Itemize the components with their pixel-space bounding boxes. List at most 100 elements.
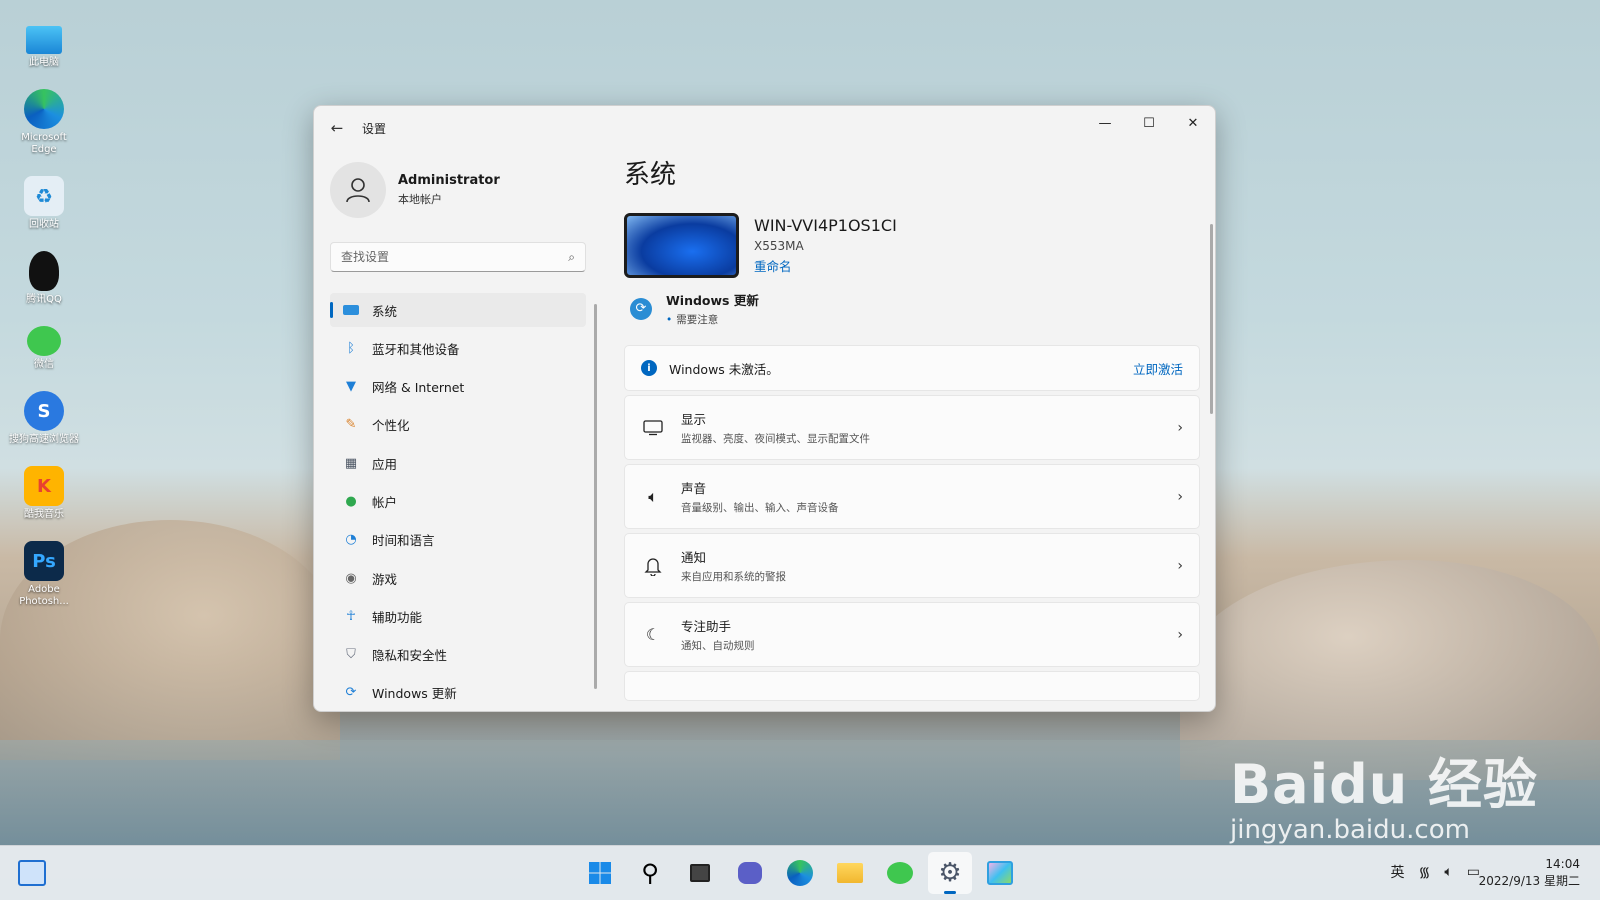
user-name: Administrator xyxy=(398,173,500,188)
activate-now-link[interactable]: 立即激活 xyxy=(1133,359,1183,378)
task-view-icon xyxy=(690,864,710,882)
user-icon xyxy=(346,178,370,203)
windows-update-icon: ⟳ xyxy=(630,297,652,320)
volume-icon[interactable]: 🔈︎ xyxy=(1444,864,1452,880)
photos-icon xyxy=(987,861,1013,885)
windows-update-status-text: 需要注意 xyxy=(676,314,719,326)
photoshop-icon: Ps xyxy=(24,541,64,581)
sogou-browser-icon: S xyxy=(24,391,64,431)
clock-date: 2022/9/13 星期二 xyxy=(1478,874,1580,888)
nav-item-apps[interactable]: ▦ 应用 xyxy=(330,446,586,480)
gaming-icon: ◉ xyxy=(345,570,357,586)
main-content: 系统 WIN-VVI4P1OS1CI X553MA 重命名 ⟳ Windows … xyxy=(624,154,1200,701)
desktop-icon-kuwo-music[interactable]: K 酷我音乐 xyxy=(8,466,80,521)
settings-card-sound[interactable]: 🔈︎ 声音 音量级别、输出、输入、声音设备 › xyxy=(624,464,1200,529)
nav-item-label: 辅助功能 xyxy=(372,609,423,625)
search-icon: ⚲ xyxy=(641,859,659,887)
nav-item-windows-update[interactable]: ⟳ Windows 更新 xyxy=(330,676,586,710)
nav-item-accounts[interactable]: ● 帐户 xyxy=(330,484,586,518)
settings-card-notifications[interactable]: 通知 来自应用和系统的警报 › xyxy=(624,533,1200,598)
nav-item-gaming[interactable]: ◉ 游戏 xyxy=(330,561,586,595)
info-icon: i xyxy=(641,360,657,376)
personalization-icon: ✎ xyxy=(345,417,357,433)
settings-nav: 系统 ᛒ 蓝牙和其他设备 ▼ 网络 & Internet ✎ 个性化 ▦ 应用 … xyxy=(330,293,586,711)
accessibility-icon: ☥ xyxy=(346,608,356,624)
accounts-icon: ● xyxy=(345,493,357,509)
window-title: 设置 xyxy=(362,121,387,136)
qq-icon xyxy=(29,251,59,291)
nav-item-personalization[interactable]: ✎ 个性化 xyxy=(330,408,586,442)
taskbar-clock[interactable]: 14:04 2022/9/13 星期二 xyxy=(1479,856,1580,890)
apps-icon: ▦ xyxy=(344,455,358,471)
nav-item-bluetooth[interactable]: ᛒ 蓝牙和其他设备 xyxy=(330,331,586,365)
task-view-button[interactable] xyxy=(678,852,722,894)
desktop-icon-recycle-bin[interactable]: ♻ 回收站 xyxy=(8,176,80,231)
nav-item-label: Windows 更新 xyxy=(372,686,457,702)
desktop-icon-label: 酷我音乐 xyxy=(24,509,64,520)
watermark-url: jingyan.baidu.com xyxy=(1230,815,1470,845)
page-title: 系统 xyxy=(624,160,677,190)
windows-update-title: Windows 更新 xyxy=(666,293,759,308)
activation-message: Windows 未激活。 xyxy=(669,361,779,377)
desktop-icon-edge[interactable]: Microsoft Edge xyxy=(8,89,80,156)
taskbar-edge-button[interactable] xyxy=(778,852,822,894)
focus-assist-moon-icon: ☾ xyxy=(645,625,661,644)
desktop-icon-label: Microsoft Edge xyxy=(21,132,67,155)
nav-item-accessibility[interactable]: ☥ 辅助功能 xyxy=(330,599,586,633)
device-model: X553MA xyxy=(754,239,804,253)
desktop-icon-sogou-browser[interactable]: S 搜狗高速浏览器 xyxy=(8,391,80,446)
nav-item-time-language[interactable]: ◔ 时间和语言 xyxy=(330,523,586,557)
desktop-icon-this-pc[interactable]: 此电脑 xyxy=(8,20,80,69)
taskbar-wechat-button[interactable] xyxy=(878,852,922,894)
recycle-bin-icon: ♻ xyxy=(24,176,64,216)
search-input[interactable] xyxy=(341,250,569,264)
clock-time: 14:04 xyxy=(1545,857,1580,871)
search-icon[interactable]: ⌕ xyxy=(568,250,575,265)
nav-item-privacy[interactable]: ⛉ 隐私和安全性 xyxy=(330,638,586,672)
desktop-icon-label: 回收站 xyxy=(29,219,59,230)
card-subtitle: 来自应用和系统的警报 xyxy=(681,571,786,583)
title-bar[interactable]: ← 设置 — ☐ ✕ xyxy=(314,106,1215,150)
maximize-button[interactable]: ☐ xyxy=(1127,106,1171,140)
widgets-button[interactable] xyxy=(18,860,46,886)
nav-item-label: 游戏 xyxy=(372,571,398,587)
kuwo-music-icon: K xyxy=(24,466,64,506)
desktop-icon-qq[interactable]: 腾讯QQ xyxy=(8,251,80,306)
desktop-icon-wechat[interactable]: 微信 xyxy=(8,326,80,371)
system-icon xyxy=(342,301,360,319)
desktop-icon-label: Adobe Photosh... xyxy=(19,584,69,607)
chevron-right-icon: › xyxy=(1177,626,1183,643)
chevron-right-icon: › xyxy=(1177,419,1183,436)
nav-scrollbar[interactable] xyxy=(594,304,597,689)
input-language-indicator[interactable]: 英 xyxy=(1390,862,1404,882)
taskbar-search-button[interactable]: ⚲ xyxy=(628,852,672,894)
nav-item-system[interactable]: 系统 xyxy=(330,293,586,327)
back-button[interactable]: ← xyxy=(322,113,352,143)
taskbar-settings-button[interactable]: ⚙ xyxy=(928,852,972,894)
photos-button[interactable] xyxy=(978,852,1022,894)
settings-card-display[interactable]: 显示 监视器、亮度、夜间模式、显示配置文件 › xyxy=(624,395,1200,460)
taskbar: ⚲ ⚙ 英 ᯾ 🔈︎ ▭ 14:04 2022/9/13 星期二 xyxy=(0,845,1600,900)
chevron-right-icon: › xyxy=(1177,557,1183,574)
settings-search-box[interactable]: ⌕ xyxy=(330,242,586,272)
gear-icon: ⚙ xyxy=(938,858,962,888)
minimize-button[interactable]: — xyxy=(1083,106,1127,140)
status-dot: • xyxy=(666,314,673,326)
start-button[interactable] xyxy=(578,852,622,894)
computer-icon xyxy=(26,26,62,54)
rename-link[interactable]: 重命名 xyxy=(754,256,792,275)
settings-card-partial[interactable] xyxy=(624,671,1200,701)
window-controls: — ☐ ✕ xyxy=(1083,106,1215,140)
taskbar-apps: ⚲ ⚙ xyxy=(575,852,1025,894)
desktop-icon-photoshop[interactable]: Ps Adobe Photosh... xyxy=(8,541,80,608)
settings-card-focus-assist[interactable]: ☾ 专注助手 通知、自动规则 › xyxy=(624,602,1200,667)
user-profile[interactable]: Administrator 本地帐户 xyxy=(330,162,500,218)
chat-button[interactable] xyxy=(728,852,772,894)
windows-update-status[interactable]: ⟳ Windows 更新 • 需要注意 xyxy=(630,290,1200,327)
teams-chat-icon xyxy=(738,862,762,884)
nav-item-network[interactable]: ▼ 网络 & Internet xyxy=(330,370,586,404)
file-explorer-button[interactable] xyxy=(828,852,872,894)
wifi-icon[interactable]: ᯾ xyxy=(1418,863,1430,882)
main-scrollbar[interactable] xyxy=(1210,224,1213,414)
close-button[interactable]: ✕ xyxy=(1171,106,1215,140)
